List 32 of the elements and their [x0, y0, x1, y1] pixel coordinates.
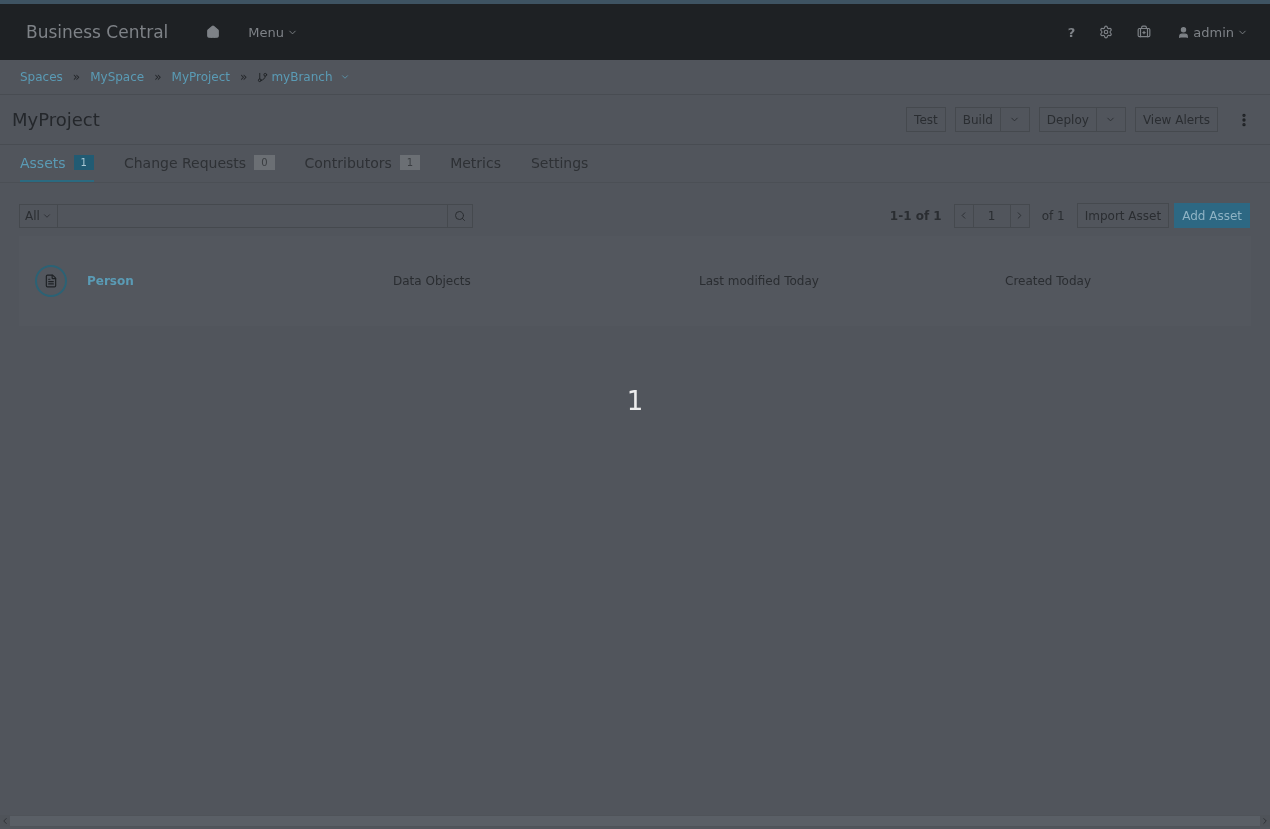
settings-icon[interactable]: [1099, 25, 1114, 39]
tab[interactable]: Assets 1: [20, 145, 94, 182]
breadcrumb-separator: »: [240, 70, 248, 84]
menu-dropdown[interactable]: Menu: [240, 24, 306, 40]
primary-button[interactable]: Add Asset: [1174, 203, 1250, 228]
step-number: 1: [626, 386, 644, 416]
user-icon: [1177, 25, 1191, 39]
breadcrumb-link[interactable]: MySpace: [90, 70, 145, 84]
breadcrumb-link[interactable]: MyProject: [171, 70, 231, 84]
app-brand[interactable]: Business Central: [26, 22, 169, 42]
count-badge: 1: [73, 155, 94, 170]
branch-icon: [257, 71, 269, 83]
breadcrumb-link[interactable]: Spaces: [20, 70, 63, 84]
search-icon: [453, 209, 466, 222]
dropdown-toggle[interactable]: [1096, 107, 1126, 132]
next-page-button[interactable]: [1009, 203, 1030, 228]
breadcrumb-separator: »: [72, 70, 81, 84]
scroll-left-icon[interactable]: [0, 816, 10, 826]
search-button[interactable]: [447, 203, 473, 228]
home-icon[interactable]: [206, 25, 221, 39]
briefcase-icon[interactable]: [1137, 25, 1152, 39]
dropdown-toggle[interactable]: [1000, 107, 1030, 132]
previous-page-button[interactable]: [953, 203, 974, 228]
file-icon: [44, 274, 58, 288]
horizontal-scrollbar[interactable]: [0, 815, 1270, 827]
scroll-right-icon[interactable]: [1260, 816, 1270, 826]
help-button[interactable]: ?: [1057, 24, 1086, 40]
asset-name-link[interactable]: Person: [87, 274, 393, 288]
user-menu[interactable]: admin: [1169, 24, 1256, 40]
breadcrumb-separator: »: [154, 70, 162, 84]
chevron-down-icon: [339, 72, 350, 82]
branch-dropdown[interactable]: myBranch: [257, 70, 350, 84]
